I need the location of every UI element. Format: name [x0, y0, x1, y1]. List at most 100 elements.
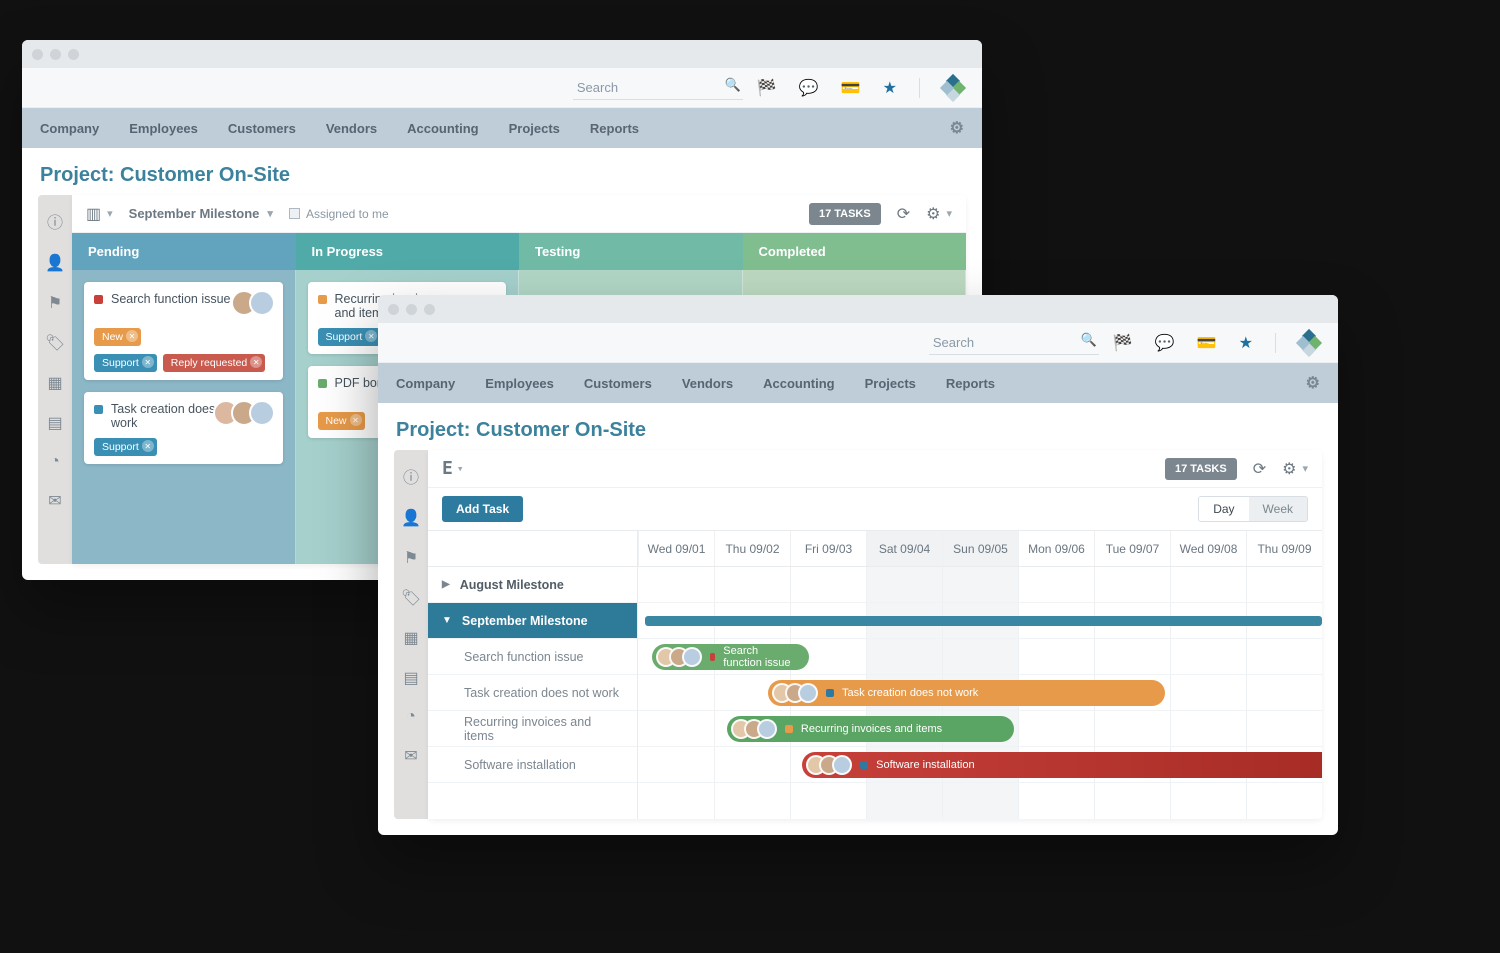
gantt-bar[interactable]: Task creation does not work: [768, 680, 1165, 706]
milestone-row[interactable]: ▶August Milestone: [428, 567, 637, 603]
tag-icon[interactable]: [45, 333, 65, 353]
chip-support[interactable]: Support✕: [94, 438, 157, 456]
nav-customers[interactable]: Customers: [584, 376, 652, 391]
settings-icon[interactable]: ⚙: [1306, 373, 1320, 393]
archive-icon[interactable]: [403, 668, 418, 688]
nav-vendors[interactable]: Vendors: [682, 376, 733, 391]
chip-remove-icon[interactable]: ✕: [142, 356, 154, 368]
messages-icon[interactable]: [48, 491, 61, 511]
column-header-testing: Testing: [519, 233, 743, 270]
app-logo-icon[interactable]: [942, 77, 964, 99]
dashboard-icon[interactable]: 🏁: [757, 78, 777, 98]
chip-remove-icon[interactable]: ✕: [350, 414, 362, 426]
view-toggle-icon[interactable]: ▥: [86, 204, 113, 224]
search-icon[interactable]: 🔍: [725, 77, 741, 93]
chip-remove-icon[interactable]: ✕: [365, 330, 377, 342]
nav-accounting[interactable]: Accounting: [763, 376, 835, 391]
search-icon[interactable]: 🔍: [1081, 332, 1097, 348]
traffic-light[interactable]: [424, 304, 435, 315]
gantt-bar[interactable]: Search function issue: [652, 644, 809, 670]
gantt-view-icon[interactable]: E: [442, 458, 461, 479]
nav-projects[interactable]: Projects: [509, 121, 560, 136]
kanban-card[interactable]: Task creation does not work Support✕: [84, 392, 283, 464]
chart-icon[interactable]: [406, 708, 416, 726]
gantt-bar[interactable]: Recurring invoices and items: [727, 716, 1014, 742]
toggle-week[interactable]: Week: [1249, 497, 1307, 521]
chip-reply-requested[interactable]: Reply requested✕: [163, 354, 265, 372]
main-nav: Company Employees Customers Vendors Acco…: [22, 108, 982, 148]
refresh-icon[interactable]: ⟳: [1253, 459, 1266, 479]
chip-remove-icon[interactable]: ✕: [250, 356, 262, 368]
chip-support[interactable]: Support✕: [318, 328, 381, 346]
add-task-button[interactable]: Add Task: [442, 496, 523, 522]
milestone-bar[interactable]: [645, 616, 1322, 626]
nav-customers[interactable]: Customers: [228, 121, 296, 136]
tag-icon[interactable]: [401, 588, 421, 608]
chat-icon[interactable]: 💬: [799, 78, 819, 98]
nav-employees[interactable]: Employees: [485, 376, 554, 391]
card-icon[interactable]: 💳: [841, 78, 861, 98]
bar-label: Task creation does not work: [842, 687, 978, 699]
task-row[interactable]: Search function issue: [428, 639, 637, 675]
chart-icon[interactable]: [50, 453, 60, 471]
priority-dot: [318, 295, 327, 304]
chat-icon[interactable]: 💬: [1155, 333, 1175, 353]
app-logo-icon[interactable]: [1298, 332, 1320, 354]
star-icon[interactable]: ★: [1239, 333, 1253, 353]
chip-support[interactable]: Support✕: [94, 354, 157, 372]
user-icon[interactable]: 👤: [401, 508, 421, 528]
settings-icon[interactable]: ⚙: [950, 118, 964, 138]
milestone-row[interactable]: ▼September Milestone: [428, 603, 637, 639]
traffic-light[interactable]: [388, 304, 399, 315]
assigned-to-me-filter[interactable]: Assigned to me: [289, 207, 389, 221]
panel-toolbar: E 17 TASKS ⟳ ⚙: [428, 450, 1322, 488]
task-row[interactable]: Task creation does not work: [428, 675, 637, 711]
flag-icon[interactable]: [48, 293, 62, 313]
milestone-selector[interactable]: September Milestone: [129, 206, 273, 221]
star-icon[interactable]: ★: [883, 78, 897, 98]
dashboard-icon[interactable]: 🏁: [1113, 333, 1133, 353]
calendar-icon[interactable]: [403, 628, 418, 648]
gantt-bar[interactable]: Software installation: [802, 752, 1322, 778]
flag-icon[interactable]: [404, 548, 418, 568]
gantt-grid-body: Search function issue Task creation does…: [638, 567, 1322, 819]
chip-remove-icon[interactable]: ✕: [126, 330, 138, 342]
options-icon[interactable]: ⚙: [926, 204, 952, 224]
nav-company[interactable]: Company: [396, 376, 455, 391]
user-icon[interactable]: 👤: [45, 253, 65, 273]
day-header: Tue 09/07: [1094, 531, 1170, 566]
nav-company[interactable]: Company: [40, 121, 99, 136]
info-icon[interactable]: ⓘ: [47, 209, 63, 233]
nav-accounting[interactable]: Accounting: [407, 121, 479, 136]
left-rail: ⓘ 👤: [38, 195, 72, 564]
nav-reports[interactable]: Reports: [946, 376, 995, 391]
search-input[interactable]: [929, 331, 1099, 355]
refresh-icon[interactable]: ⟳: [897, 204, 910, 224]
nav-employees[interactable]: Employees: [129, 121, 198, 136]
chip-remove-icon[interactable]: ✕: [142, 440, 154, 452]
gantt-task-list: ▶August Milestone ▼September Milestone S…: [428, 531, 638, 819]
traffic-light[interactable]: [406, 304, 417, 315]
calendar-icon[interactable]: [47, 373, 62, 393]
chip-new[interactable]: New✕: [318, 412, 365, 430]
traffic-light[interactable]: [68, 49, 79, 60]
task-row[interactable]: Software installation: [428, 747, 637, 783]
kanban-card[interactable]: Search function issue New✕ Support✕ Repl…: [84, 282, 283, 380]
archive-icon[interactable]: [47, 413, 62, 433]
options-icon[interactable]: ⚙: [1282, 459, 1308, 479]
traffic-light[interactable]: [50, 49, 61, 60]
chip-new[interactable]: New✕: [94, 328, 141, 346]
task-row[interactable]: Recurring invoices and items: [428, 711, 637, 747]
traffic-light[interactable]: [32, 49, 43, 60]
search-input[interactable]: [573, 76, 743, 100]
search-box: 🔍: [929, 331, 1099, 355]
nav-vendors[interactable]: Vendors: [326, 121, 377, 136]
nav-reports[interactable]: Reports: [590, 121, 639, 136]
card-icon[interactable]: 💳: [1197, 333, 1217, 353]
toggle-day[interactable]: Day: [1199, 497, 1248, 521]
messages-icon[interactable]: [404, 746, 417, 766]
day-header: Sun 09/05: [942, 531, 1018, 566]
info-icon[interactable]: ⓘ: [403, 464, 419, 488]
nav-projects[interactable]: Projects: [865, 376, 916, 391]
card-avatars: [213, 400, 275, 426]
